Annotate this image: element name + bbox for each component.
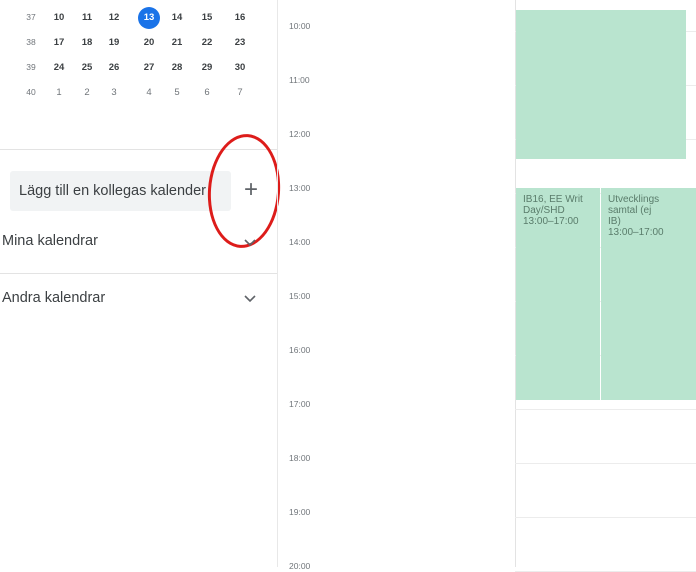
event-text: 13:00–17:00 <box>608 227 664 238</box>
mini-calendar-day[interactable]: 10 <box>48 12 70 23</box>
time-label: 10:00 <box>289 21 311 31</box>
time-label: 20:00 <box>289 561 311 571</box>
add-colleague-calendar-label: Lägg till en kollegas kalender <box>19 183 207 199</box>
mini-calendar-day[interactable]: 14 <box>166 12 188 23</box>
my-calendars-label[interactable]: Mina kalendrar <box>2 233 98 249</box>
other-calendars-label[interactable]: Andra kalendrar <box>2 290 105 306</box>
week-number: 40 <box>26 87 36 97</box>
time-label: 19:00 <box>289 507 311 517</box>
chevron-down-icon[interactable] <box>243 292 257 306</box>
sidebar-divider <box>0 273 277 274</box>
event-text: IB16, EE Writ <box>523 194 583 205</box>
time-label: 18:00 <box>289 453 311 463</box>
mini-calendar-week-row: 39 24 25 26 27 28 29 30 <box>0 58 262 83</box>
week-number: 39 <box>26 62 36 72</box>
mini-calendar-day[interactable]: 3 <box>103 87 125 98</box>
mini-calendar-day[interactable]: 4 <box>138 87 160 98</box>
mini-calendar-week-row: 37 10 11 12 13 14 15 16 <box>0 7 262 33</box>
mini-calendar-week-row: 40 1 2 3 4 5 6 7 <box>0 83 262 108</box>
mini-calendar-day[interactable]: 20 <box>138 37 160 48</box>
mini-calendar-day[interactable]: 2 <box>76 87 98 98</box>
mini-calendar: 37 10 11 12 13 14 15 16 38 17 18 19 20 21 22 23 39 24 25 26… <box>0 7 262 108</box>
time-label: 15:00 <box>289 291 311 301</box>
time-label: 11:00 <box>289 75 310 85</box>
week-number: 37 <box>26 12 36 22</box>
mini-calendar-day[interactable]: 28 <box>166 62 188 73</box>
mini-calendar-day[interactable]: 12 <box>103 12 125 23</box>
mini-calendar-day[interactable]: 25 <box>76 62 98 73</box>
week-number: 38 <box>26 37 36 47</box>
hour-gridline <box>515 517 696 518</box>
time-label: 12:00 <box>289 129 311 139</box>
mini-calendar-day[interactable]: 15 <box>196 12 218 23</box>
mini-calendar-day-today[interactable]: 13 <box>138 7 160 29</box>
add-colleague-calendar-input[interactable]: Lägg till en kollegas kalender <box>10 171 231 211</box>
mini-calendar-day[interactable]: 6 <box>196 87 218 98</box>
mini-calendar-day[interactable]: 26 <box>103 62 125 73</box>
mini-calendar-week-row: 38 17 18 19 20 21 22 23 <box>0 33 262 58</box>
time-label: 17:00 <box>289 399 311 409</box>
mini-calendar-day[interactable]: 22 <box>196 37 218 48</box>
calendar-event[interactable] <box>516 10 686 159</box>
mini-calendar-day[interactable]: 24 <box>48 62 70 73</box>
time-column <box>277 0 330 567</box>
chevron-down-icon[interactable] <box>243 236 257 250</box>
mini-calendar-day[interactable]: 21 <box>166 37 188 48</box>
mini-calendar-day[interactable]: 11 <box>76 12 98 23</box>
mini-calendar-day[interactable]: 29 <box>196 62 218 73</box>
mini-calendar-day[interactable]: 18 <box>76 37 98 48</box>
hour-gridline <box>515 409 696 410</box>
calendar-event[interactable]: IB16, EE Writ Day/SHD 13:00–17:00 <box>516 188 600 400</box>
hour-gridline <box>515 463 696 464</box>
time-label: 16:00 <box>289 345 311 355</box>
time-label: 14:00 <box>289 237 311 247</box>
mini-calendar-day[interactable]: 23 <box>229 37 251 48</box>
event-text: 13:00–17:00 <box>523 216 579 227</box>
calendar-event[interactable]: Utvecklings samtal (ej IB) 13:00–17:00 <box>601 188 696 400</box>
event-text: Utvecklings <box>608 194 660 205</box>
mini-calendar-day[interactable]: 1 <box>48 87 70 98</box>
mini-calendar-day[interactable]: 16 <box>229 12 251 23</box>
mini-calendar-day[interactable]: 27 <box>138 62 160 73</box>
event-text: Day/SHD <box>523 205 565 216</box>
mini-calendar-day[interactable]: 7 <box>229 87 251 98</box>
mini-calendar-day[interactable]: 5 <box>166 87 188 98</box>
mini-calendar-day[interactable]: 30 <box>229 62 251 73</box>
mini-calendar-day[interactable]: 19 <box>103 37 125 48</box>
mini-calendar-day[interactable]: 17 <box>48 37 70 48</box>
event-text: IB) <box>608 216 621 227</box>
time-label: 13:00 <box>289 183 311 193</box>
event-text: samtal (ej <box>608 205 652 216</box>
